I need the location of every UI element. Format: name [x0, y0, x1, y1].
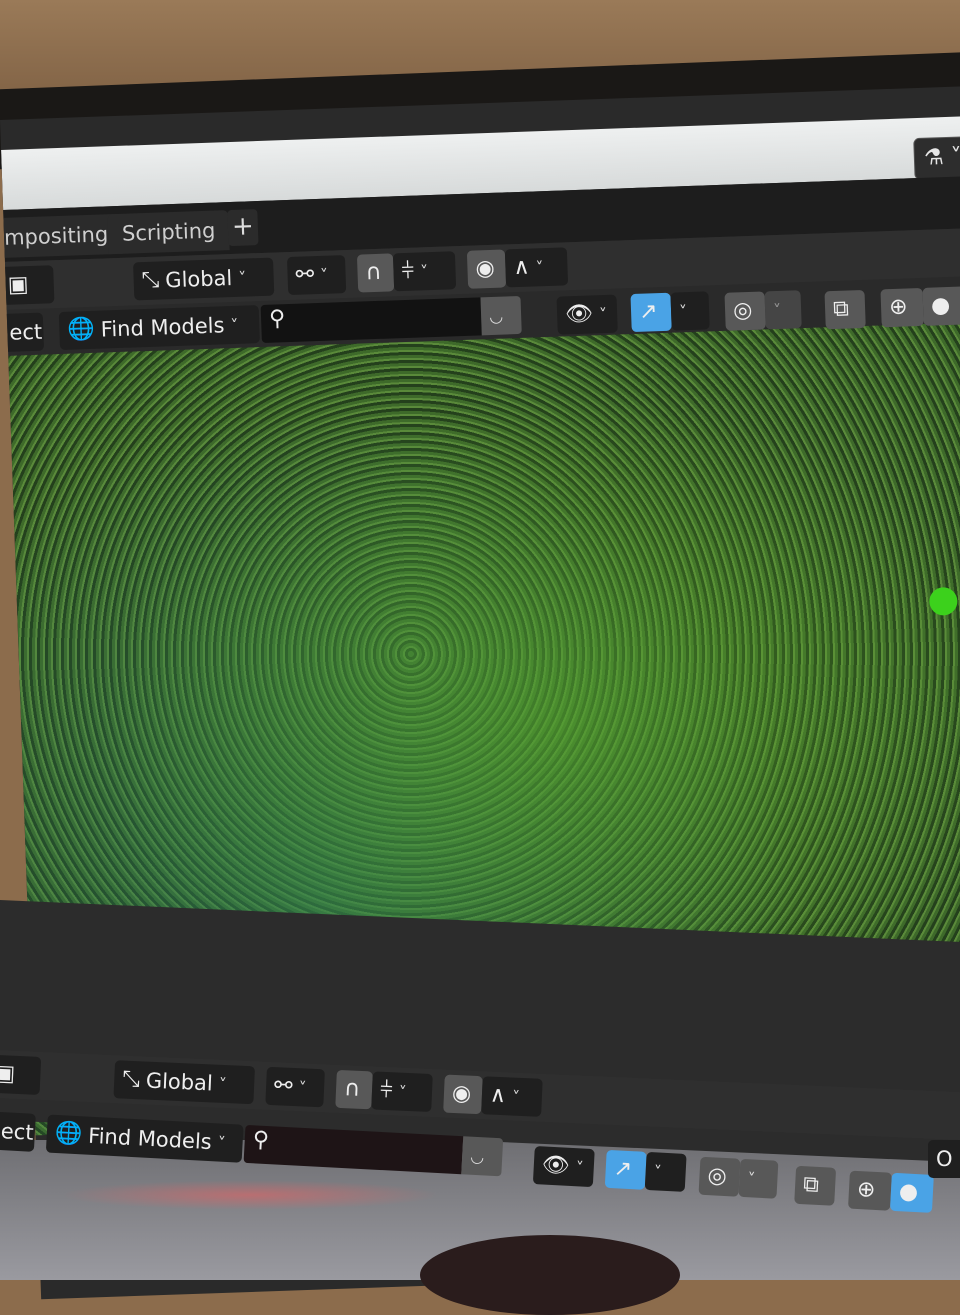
pivot-link-icon: ⚯ [295, 262, 315, 288]
proportional-edit-toggle[interactable]: ◉ [466, 249, 507, 289]
falloff-curve-icon: ∧ [489, 1082, 507, 1109]
chevron-down-icon: ˅ [398, 1082, 408, 1102]
options-button-partial[interactable]: O [928, 1140, 960, 1178]
eye-cursor-icon: 👁 [541, 1152, 571, 1179]
pivot-link-icon: ⚯ [273, 1073, 294, 1099]
gizmo-y-axis[interactable] [928, 586, 958, 616]
chevron-down-icon: ˅ [575, 1157, 585, 1178]
wireframe-sphere-icon: ⊕ [856, 1176, 877, 1203]
pivot-point-dropdown[interactable]: ⚯ ˅ [286, 255, 347, 296]
magnet-icon: ∩ [343, 1076, 361, 1102]
snap-toggle[interactable]: ∩ [356, 253, 395, 293]
gizmo-toggle[interactable]: ↗ [604, 1149, 647, 1190]
gizmo-arrow-icon: ↗ [613, 1156, 633, 1183]
search-input[interactable]: ⚲ [260, 297, 482, 343]
gizmo-dropdown[interactable]: ˅ [670, 291, 710, 331]
overlay-circles-icon: ◎ [706, 1163, 728, 1190]
select-mode-buttons[interactable]: ▣ [0, 265, 55, 306]
overlays-dropdown[interactable]: ˅ [738, 1158, 779, 1199]
find-models-label: Find Models [100, 313, 225, 342]
search-icon: ⚲ [252, 1127, 270, 1154]
overlays-toggle[interactable]: ◎ [698, 1156, 741, 1197]
chevron-down-icon: ˅ [746, 1168, 756, 1189]
chevron-down-icon: ˅ [598, 304, 608, 324]
snap-target-dropdown[interactable]: ⫩ ˅ [371, 1071, 433, 1113]
snap-increment-icon: ⫩ [379, 1077, 394, 1104]
orientation-axes-icon: ⤡ [141, 267, 160, 294]
falloff-dropdown[interactable]: ∧ ˅ [481, 1076, 543, 1117]
falloff-curve-icon: ∧ [513, 254, 531, 281]
solid-sphere-icon: ● [930, 292, 951, 319]
chevron-down-icon: ˅ [653, 1161, 663, 1182]
chevron-down-icon: ˅ [218, 1074, 228, 1094]
chevron-down-icon: ◡ [469, 1146, 485, 1166]
tab-scripting[interactable]: Scripting [107, 210, 231, 255]
select-menu[interactable]: ect [0, 1111, 36, 1152]
overlays-toggle[interactable]: ◎ [724, 291, 766, 331]
solid-sphere-icon: ● [898, 1179, 919, 1206]
search-input[interactable]: ⚲ [243, 1124, 464, 1175]
search-options-button[interactable]: ◡ [480, 295, 522, 336]
chevron-down-icon: ˅ [511, 1087, 521, 1107]
shading-solid[interactable]: ● [922, 286, 960, 326]
search-options-button[interactable]: ◡ [461, 1136, 504, 1177]
snap-target-dropdown[interactable]: ⫩ ˅ [392, 251, 457, 292]
chevron-down-icon: ˅ [298, 1077, 307, 1098]
transform-orientation-dropdown[interactable]: ⤡ Global ˅ [133, 257, 275, 301]
wireframe-sphere-icon: ⊕ [888, 294, 908, 321]
tab-compositing[interactable]: mpositing [0, 213, 123, 259]
xray-icon: ⧉ [802, 1172, 820, 1198]
magnet-icon: ∩ [365, 259, 383, 286]
orientation-label: Global [145, 1068, 214, 1096]
find-models-label: Find Models [87, 1123, 213, 1155]
chevron-down-icon: ◡ [488, 306, 504, 326]
proportional-circle-icon: ◉ [451, 1080, 472, 1107]
search-icon: ⚲ [268, 306, 286, 332]
falloff-dropdown[interactable]: ∧ ˅ [504, 247, 569, 288]
shading-wireframe[interactable]: ⊕ [880, 287, 924, 328]
snap-increment-icon: ⫩ [401, 258, 415, 285]
select-box-icon: ▣ [7, 272, 29, 298]
chevron-down-icon: ˅ [419, 261, 429, 281]
light-reflection [60, 1180, 440, 1210]
globe-icon: 🌐 [66, 316, 96, 343]
chevron-down-icon: ˅ [319, 265, 329, 285]
globe-icon: 🌐 [54, 1120, 83, 1148]
xray-toggle[interactable]: ⧉ [824, 289, 866, 330]
chevron-down-icon: ˅ [217, 1132, 227, 1153]
chevron-down-icon: ˅ [678, 301, 688, 321]
visibility-dropdown[interactable]: 👁 ˅ [532, 1146, 595, 1188]
select-menu[interactable]: ect [0, 312, 45, 353]
chevron-down-icon: ˅ [237, 268, 247, 288]
gizmo-arrow-icon: ↗ [638, 299, 658, 325]
chevron-down-icon: ˅ [535, 257, 544, 277]
shading-wireframe[interactable]: ⊕ [848, 1170, 892, 1211]
dark-reflection [420, 1235, 680, 1315]
pivot-point-dropdown[interactable]: ⚯ ˅ [265, 1066, 325, 1108]
gizmo-toggle[interactable]: ↗ [630, 292, 672, 333]
proportional-circle-icon: ◉ [475, 255, 496, 282]
select-box-icon: ▣ [0, 1060, 16, 1087]
proportional-edit-toggle[interactable]: ◉ [443, 1074, 483, 1115]
render-engine-icon[interactable]: ⚗ ˅ [913, 136, 960, 181]
add-workspace-button[interactable]: + [227, 209, 259, 247]
find-models-dropdown[interactable]: 🌐 Find Models ˅ [45, 1114, 244, 1163]
transform-orientation-dropdown[interactable]: ⤡ Global ˅ [113, 1060, 255, 1105]
gizmo-dropdown[interactable]: ˅ [644, 1151, 687, 1192]
chevron-down-icon: ˅ [230, 315, 239, 335]
find-models-dropdown[interactable]: 🌐 Find Models ˅ [58, 305, 260, 351]
chevron-down-icon: ˅ [772, 300, 782, 320]
overlay-circles-icon: ◎ [732, 297, 753, 324]
orientation-axes-icon: ⤡ [121, 1066, 141, 1093]
select-mode-buttons[interactable]: ▣ [0, 1054, 42, 1095]
visibility-dropdown[interactable]: 👁 ˅ [556, 294, 618, 335]
xray-icon: ⧉ [832, 296, 850, 323]
xray-toggle[interactable]: ⧉ [794, 1165, 837, 1206]
shading-solid[interactable]: ● [889, 1172, 934, 1213]
overlays-dropdown[interactable]: ˅ [764, 290, 802, 330]
snap-toggle[interactable]: ∩ [335, 1069, 373, 1110]
eye-cursor-icon: 👁 [564, 301, 594, 328]
orientation-label: Global [164, 265, 233, 293]
